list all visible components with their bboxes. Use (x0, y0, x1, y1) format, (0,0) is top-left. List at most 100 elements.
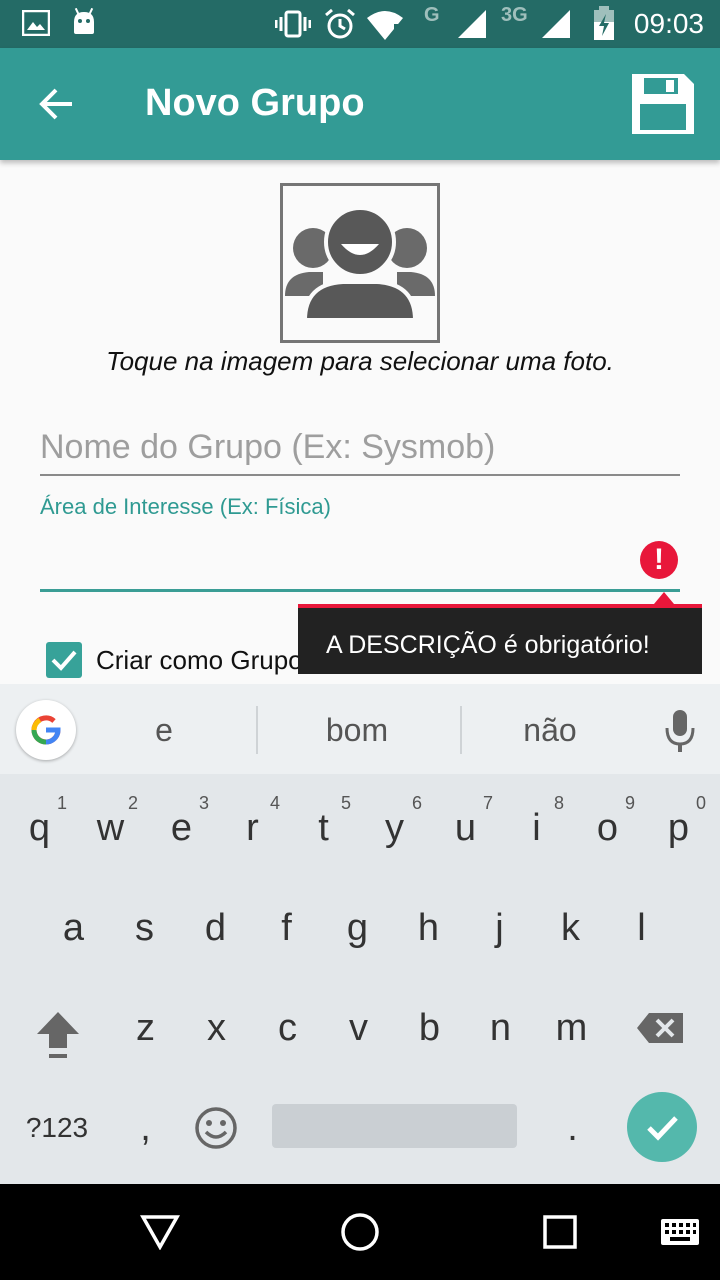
home-circle-icon[interactable] (340, 1212, 380, 1252)
key-g[interactable]: g (322, 878, 393, 978)
key-v[interactable]: v (323, 978, 394, 1078)
key-label: j (495, 907, 504, 949)
suggestion-bar: e bom não (0, 684, 720, 774)
group-photo-picker[interactable] (280, 183, 440, 343)
key-hint: 5 (340, 793, 351, 813)
key-label: k (561, 907, 580, 949)
key-u[interactable]: u7 (430, 778, 501, 878)
page-title: Novo Grupo (145, 82, 365, 124)
enter-key[interactable] (627, 1092, 697, 1162)
area-of-interest-label: Área de Interesse (Ex: Física) (40, 494, 331, 519)
key-label: n (489, 1007, 512, 1049)
key-label: d (204, 907, 227, 949)
suggestion-2[interactable]: bom (277, 712, 437, 749)
key-e[interactable]: e3 (146, 778, 217, 878)
key-label: a (62, 907, 85, 949)
key-f[interactable]: f (251, 878, 322, 978)
wifi-icon (367, 11, 403, 40)
key-hint: 2 (127, 793, 138, 813)
error-tooltip: A DESCRIÇÃO é obrigatório! (298, 604, 702, 674)
emoji-icon (194, 1107, 237, 1149)
shift-key[interactable] (22, 978, 93, 1078)
key-z[interactable]: z (110, 978, 181, 1078)
checkmark-icon (51, 650, 77, 671)
key-i[interactable]: i8 (501, 778, 572, 878)
key-hint: 0 (695, 793, 706, 813)
key-o[interactable]: o9 (572, 778, 643, 878)
key-w[interactable]: w2 (75, 778, 146, 878)
key-label: u (454, 807, 477, 849)
group-name-input[interactable] (40, 420, 680, 476)
key-label: q (28, 807, 51, 849)
key-hint: 8 (553, 793, 564, 813)
key-h[interactable]: h (393, 878, 464, 978)
clock: 09:03 (633, 8, 704, 39)
network-type-label-2: 3G (501, 4, 528, 26)
photo-hint: Toque na imagem para selecionar uma foto… (106, 346, 614, 376)
key-hint: 1 (56, 793, 67, 813)
key-label: b (418, 1007, 441, 1049)
arrow-back-icon[interactable] (36, 84, 76, 124)
key-label: p (667, 807, 690, 849)
private-group-checkbox[interactable] (46, 642, 82, 678)
key-y[interactable]: y6 (359, 778, 430, 878)
signal-icon (458, 10, 486, 38)
key-hint: 9 (624, 793, 635, 813)
key-label: r (246, 807, 259, 849)
key-p[interactable]: p0 (643, 778, 714, 878)
key-c[interactable]: c (252, 978, 323, 1078)
key-label: z (136, 1007, 155, 1049)
key-r[interactable]: r4 (217, 778, 288, 878)
key-label: f (281, 907, 292, 949)
error-icon: ! (640, 541, 678, 579)
key-label: y (385, 807, 404, 849)
key-d[interactable]: d (180, 878, 251, 978)
group-avatar-icon (285, 206, 435, 322)
status-bar: G 3G 09:03 (0, 0, 720, 48)
key-hint: 7 (482, 793, 493, 813)
recents-square-icon[interactable] (542, 1214, 578, 1250)
key-m[interactable]: m (536, 978, 607, 1078)
key-q[interactable]: q1 (4, 778, 75, 878)
key-t[interactable]: t5 (288, 778, 359, 878)
key-hint: 4 (269, 793, 280, 813)
comma-key[interactable]: , (110, 1078, 181, 1178)
key-s[interactable]: s (109, 878, 180, 978)
period-key[interactable]: . (537, 1078, 608, 1178)
back-triangle-icon[interactable] (140, 1214, 180, 1250)
suggestion-1[interactable]: e (84, 712, 244, 749)
key-hint: 3 (198, 793, 209, 813)
key-label: g (346, 907, 369, 949)
key-x[interactable]: x (181, 978, 252, 1078)
shift-icon (36, 1012, 79, 1058)
key-l[interactable]: l (606, 878, 677, 978)
keyboard-switch-icon[interactable] (660, 1218, 700, 1246)
key-label: x (207, 1007, 226, 1049)
alarm-icon (325, 8, 355, 39)
key-label: s (135, 907, 154, 949)
microphone-icon[interactable] (664, 708, 696, 754)
signal-icon (542, 10, 570, 38)
key-j[interactable]: j (464, 878, 535, 978)
key-k[interactable]: k (535, 878, 606, 978)
google-icon[interactable] (16, 700, 76, 760)
key-hint: 6 (411, 793, 422, 813)
area-of-interest-input[interactable] (40, 530, 680, 592)
save-icon[interactable] (630, 72, 696, 136)
suggestion-3[interactable]: não (470, 712, 630, 749)
key-a[interactable]: a (38, 878, 109, 978)
key-label: h (417, 907, 440, 949)
key-b[interactable]: b (394, 978, 465, 1078)
key-label: c (278, 1007, 297, 1049)
tooltip-arrow (654, 592, 674, 604)
key-label: e (170, 807, 193, 849)
space-key[interactable] (272, 1104, 517, 1148)
key-label: t (318, 807, 329, 849)
emoji-key[interactable] (180, 1078, 251, 1178)
keyboard: q1w2e3r4t5y6u7i8o9p0 asdfghjkl zxcvbnm ?… (0, 774, 720, 1184)
key-label: m (555, 1007, 588, 1049)
divider (256, 706, 258, 754)
symbols-key[interactable]: ?123 (12, 1078, 102, 1178)
key-n[interactable]: n (465, 978, 536, 1078)
backspace-key[interactable] (625, 978, 695, 1078)
